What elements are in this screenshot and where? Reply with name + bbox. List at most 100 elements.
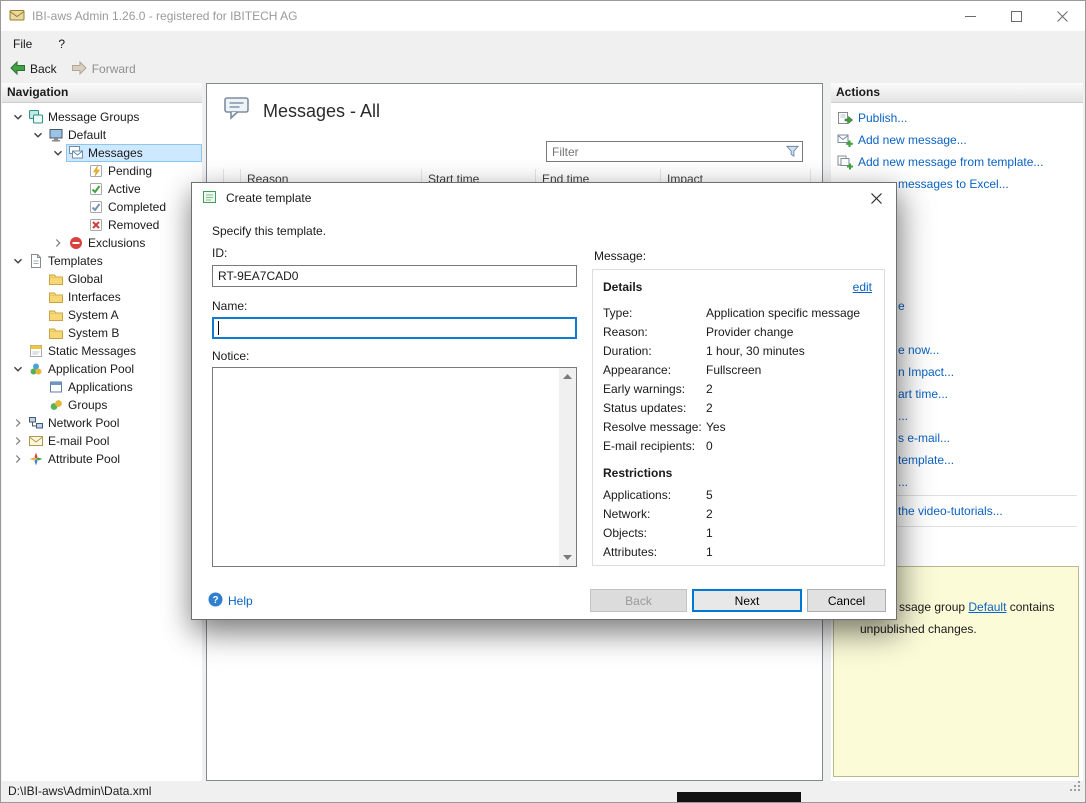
filter-input[interactable]	[547, 145, 782, 159]
folder-icon	[48, 289, 64, 305]
tree-item-body[interactable]: Messages	[66, 144, 202, 162]
tree-item-label: Templates	[48, 254, 103, 268]
notice-scrollbar[interactable]	[559, 368, 576, 566]
close-button[interactable]	[1039, 1, 1085, 31]
chevron-spacer	[30, 307, 46, 323]
action-label: e	[898, 299, 905, 313]
dialog-close-button[interactable]	[869, 191, 883, 205]
cancel-button[interactable]: Cancel	[807, 589, 886, 612]
notice-default-link[interactable]: Default	[968, 600, 1006, 614]
tree-item-application-pool[interactable]: Application Pool	[2, 360, 202, 378]
scroll-down-icon[interactable]	[559, 549, 576, 566]
chevron-down-icon[interactable]	[30, 127, 46, 143]
action-add-new-message[interactable]: Add new message...	[831, 131, 1083, 149]
static-messages-icon	[28, 343, 44, 359]
edit-link[interactable]: edit	[853, 280, 872, 294]
action-label: Add new message...	[858, 133, 967, 147]
tree-item-exclusions[interactable]: Exclusions	[2, 234, 202, 252]
tree-item-system-a[interactable]: System A	[2, 306, 202, 324]
action-publish[interactable]: Publish...	[831, 109, 1083, 127]
tree-item-e-mail-pool[interactable]: E-mail Pool	[2, 432, 202, 450]
menu-file[interactable]: File	[9, 35, 36, 53]
tree-item-body[interactable]: Templates	[26, 252, 202, 270]
removed-icon	[88, 217, 104, 233]
tree-item-applications[interactable]: Applications	[2, 378, 202, 396]
resize-grip[interactable]	[1069, 779, 1082, 799]
application-pool-icon	[28, 361, 44, 377]
tree-item-body[interactable]: System A	[46, 306, 202, 324]
tree-item-body[interactable]: Static Messages	[26, 342, 202, 360]
attribute-pool-icon	[28, 451, 44, 467]
tree-item-body[interactable]: Active	[86, 180, 202, 198]
menu-help[interactable]: ?	[54, 35, 69, 53]
chevron-spacer	[30, 325, 46, 341]
exclusions-icon	[68, 235, 84, 251]
back-button[interactable]: Back	[9, 60, 57, 79]
tree-item-default[interactable]: Default	[2, 126, 202, 144]
tree-item-message-groups[interactable]: Message Groups	[2, 108, 202, 126]
detail-label: Early warnings:	[603, 382, 706, 396]
scroll-up-icon[interactable]	[559, 368, 576, 385]
tree-item-body[interactable]: Interfaces	[46, 288, 202, 306]
chevron-down-icon[interactable]	[10, 253, 26, 269]
tree-item-body[interactable]: Exclusions	[66, 234, 202, 252]
tree-item-static-messages[interactable]: Static Messages	[2, 342, 202, 360]
folder-icon	[48, 325, 64, 341]
tree-item-templates[interactable]: Templates	[2, 252, 202, 270]
detail-value: Application specific message	[706, 306, 878, 320]
tree-item-completed[interactable]: Completed	[2, 198, 202, 216]
id-input[interactable]: RT-9EA7CAD0	[212, 265, 577, 287]
tree-item-pending[interactable]: Pending	[2, 162, 202, 180]
chevron-right-icon[interactable]	[10, 415, 26, 431]
messages-icon	[68, 145, 84, 161]
tree-item-body[interactable]: Completed	[86, 198, 202, 216]
tree-item-body[interactable]: Pending	[86, 162, 202, 180]
minimize-button[interactable]	[947, 1, 993, 31]
chevron-right-icon[interactable]	[10, 433, 26, 449]
taskbar-fragment	[677, 792, 801, 803]
forward-button[interactable]: Forward	[71, 60, 136, 79]
tree-item-system-b[interactable]: System B	[2, 324, 202, 342]
chevron-down-icon[interactable]	[50, 145, 66, 161]
publish-icon	[837, 110, 853, 126]
name-input[interactable]	[212, 317, 577, 339]
tree-item-removed[interactable]: Removed	[2, 216, 202, 234]
chevron-down-icon[interactable]	[10, 361, 26, 377]
tree-item-attribute-pool[interactable]: Attribute Pool	[2, 450, 202, 468]
tree-item-body[interactable]: Attribute Pool	[26, 450, 202, 468]
window-controls	[947, 1, 1085, 31]
tree-item-body[interactable]: Message Groups	[26, 108, 202, 126]
groups-icon	[48, 397, 64, 413]
chevron-down-icon[interactable]	[10, 109, 26, 125]
tree-item-groups[interactable]: Groups	[2, 396, 202, 414]
tree-item-body[interactable]: Applications	[46, 378, 202, 396]
tree-item-active[interactable]: Active	[2, 180, 202, 198]
chevron-right-icon[interactable]	[50, 235, 66, 251]
chevron-right-icon[interactable]	[10, 451, 26, 467]
help-link[interactable]: ? Help	[208, 592, 253, 610]
tree-item-body[interactable]: Removed	[86, 216, 202, 234]
tree-item-label: Active	[108, 182, 141, 196]
tree-item-body[interactable]: Groups	[46, 396, 202, 414]
detail-label: Reason:	[603, 325, 706, 339]
navigation-panel: Navigation Message GroupsDefaultMessages…	[2, 83, 202, 781]
tree-item-body[interactable]: E-mail Pool	[26, 432, 202, 450]
tree-item-body[interactable]: Global	[46, 270, 202, 288]
tree-item-global[interactable]: Global	[2, 270, 202, 288]
messages-header-icon	[222, 95, 254, 126]
action-add-new-message-from-template[interactable]: Add new message from template...	[831, 153, 1083, 171]
back-dialog-button[interactable]: Back	[590, 589, 687, 612]
maximize-button[interactable]	[993, 1, 1039, 31]
tree-item-body[interactable]: Network Pool	[26, 414, 202, 432]
action-label: Add new message from template...	[858, 155, 1043, 169]
tree-item-body[interactable]: Application Pool	[26, 360, 202, 378]
tree-item-network-pool[interactable]: Network Pool	[2, 414, 202, 432]
tree-item-messages[interactable]: Messages	[2, 144, 202, 162]
tree-item-body[interactable]: System B	[46, 324, 202, 342]
notice-textarea[interactable]	[212, 367, 577, 567]
tree-item-interfaces[interactable]: Interfaces	[2, 288, 202, 306]
tree-item-body[interactable]: Default	[46, 126, 202, 144]
pending-icon	[88, 163, 104, 179]
next-button[interactable]: Next	[692, 589, 802, 612]
filter-funnel-icon[interactable]	[782, 145, 802, 158]
